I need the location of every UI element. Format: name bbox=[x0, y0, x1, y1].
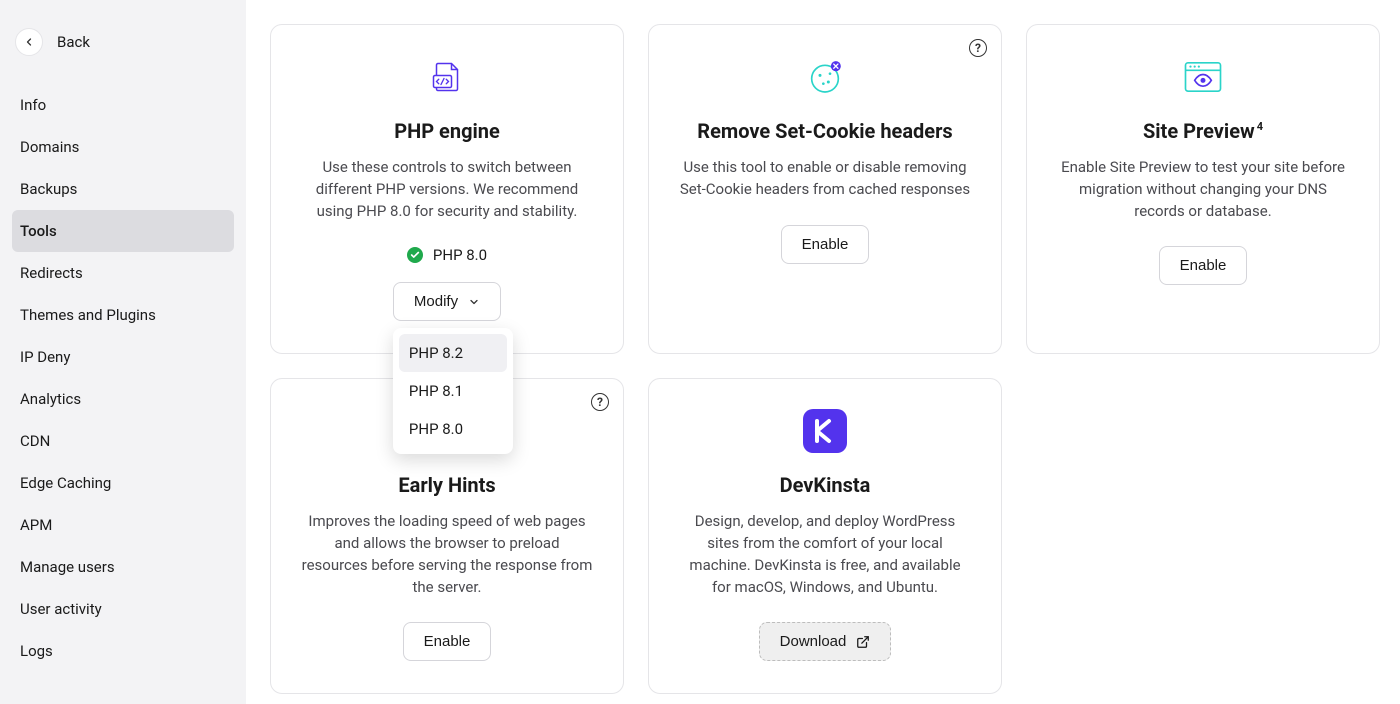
back-button[interactable] bbox=[15, 28, 43, 56]
browser-preview-icon bbox=[1183, 57, 1223, 97]
site-preview-title-text: Site Preview bbox=[1143, 119, 1255, 143]
devkinsta-logo-icon bbox=[803, 411, 847, 451]
arrow-left-icon bbox=[23, 36, 35, 48]
card-site-preview: Site Preview4 Enable Site Preview to tes… bbox=[1026, 24, 1380, 354]
card-desc: Use this tool to enable or disable remov… bbox=[679, 157, 971, 201]
help-icon[interactable]: ? bbox=[591, 393, 609, 411]
card-desc: Use these controls to switch between dif… bbox=[301, 157, 593, 222]
sidebar-item-edge-caching[interactable]: Edge Caching bbox=[12, 462, 234, 504]
sidebar-item-apm[interactable]: APM bbox=[12, 504, 234, 546]
sidebar-item-redirects[interactable]: Redirects bbox=[12, 252, 234, 294]
enable-button[interactable]: Enable bbox=[781, 225, 870, 264]
card-title: Site Preview4 bbox=[1143, 119, 1263, 143]
php-status-label: PHP 8.0 bbox=[433, 246, 487, 264]
modify-button[interactable]: Modify bbox=[393, 282, 501, 321]
php-version-option[interactable]: PHP 8.0 bbox=[399, 410, 507, 448]
card-title: Early Hints bbox=[398, 473, 495, 497]
sidebar-nav: InfoDomainsBackupsToolsRedirectsThemes a… bbox=[12, 84, 234, 672]
footnote-marker: 4 bbox=[1257, 120, 1263, 133]
card-title: Remove Set-Cookie headers bbox=[697, 119, 952, 143]
back-row[interactable]: Back bbox=[12, 28, 234, 74]
sidebar: Back InfoDomainsBackupsToolsRedirectsThe… bbox=[0, 0, 246, 704]
sidebar-item-cdn[interactable]: CDN bbox=[12, 420, 234, 462]
php-version-dropdown: PHP 8.2PHP 8.1PHP 8.0 bbox=[393, 328, 513, 454]
chevron-down-icon bbox=[468, 296, 480, 308]
back-label: Back bbox=[57, 33, 90, 51]
enable-button[interactable]: Enable bbox=[403, 622, 492, 661]
help-icon[interactable]: ? bbox=[969, 39, 987, 57]
php-version-option[interactable]: PHP 8.1 bbox=[399, 372, 507, 410]
modify-label: Modify bbox=[414, 293, 458, 310]
card-php-engine: PHP engine Use these controls to switch … bbox=[270, 24, 624, 354]
card-title: PHP engine bbox=[394, 119, 500, 143]
sidebar-item-domains[interactable]: Domains bbox=[12, 126, 234, 168]
card-title: DevKinsta bbox=[780, 473, 871, 497]
card-desc: Improves the loading speed of web pages … bbox=[301, 511, 593, 598]
download-label: Download bbox=[780, 633, 847, 650]
card-devkinsta: DevKinsta Design, develop, and deploy Wo… bbox=[648, 378, 1002, 694]
sidebar-item-manage-users[interactable]: Manage users bbox=[12, 546, 234, 588]
card-desc: Enable Site Preview to test your site be… bbox=[1057, 157, 1349, 222]
card-remove-cookie: ? Remove Set-Cookie headers Use this too… bbox=[648, 24, 1002, 354]
file-code-icon bbox=[429, 57, 465, 97]
sidebar-item-backups[interactable]: Backups bbox=[12, 168, 234, 210]
enable-button[interactable]: Enable bbox=[1159, 246, 1248, 285]
sidebar-item-themes-and-plugins[interactable]: Themes and Plugins bbox=[12, 294, 234, 336]
sidebar-item-logs[interactable]: Logs bbox=[12, 630, 234, 672]
php-version-option[interactable]: PHP 8.2 bbox=[399, 334, 507, 372]
main-content: PHP engine Use these controls to switch … bbox=[246, 0, 1400, 704]
external-link-icon bbox=[856, 635, 870, 649]
sidebar-item-analytics[interactable]: Analytics bbox=[12, 378, 234, 420]
download-button[interactable]: Download bbox=[759, 622, 892, 661]
sidebar-item-ip-deny[interactable]: IP Deny bbox=[12, 336, 234, 378]
check-circle-icon bbox=[407, 247, 423, 263]
sidebar-item-info[interactable]: Info bbox=[12, 84, 234, 126]
sidebar-item-tools[interactable]: Tools bbox=[12, 210, 234, 252]
modify-dropdown-wrapper: Modify PHP 8.2PHP 8.1PHP 8.0 bbox=[393, 282, 501, 321]
php-status: PHP 8.0 bbox=[407, 246, 487, 264]
sidebar-item-user-activity[interactable]: User activity bbox=[12, 588, 234, 630]
card-desc: Design, develop, and deploy WordPress si… bbox=[679, 511, 971, 598]
cookie-remove-icon bbox=[805, 57, 845, 97]
